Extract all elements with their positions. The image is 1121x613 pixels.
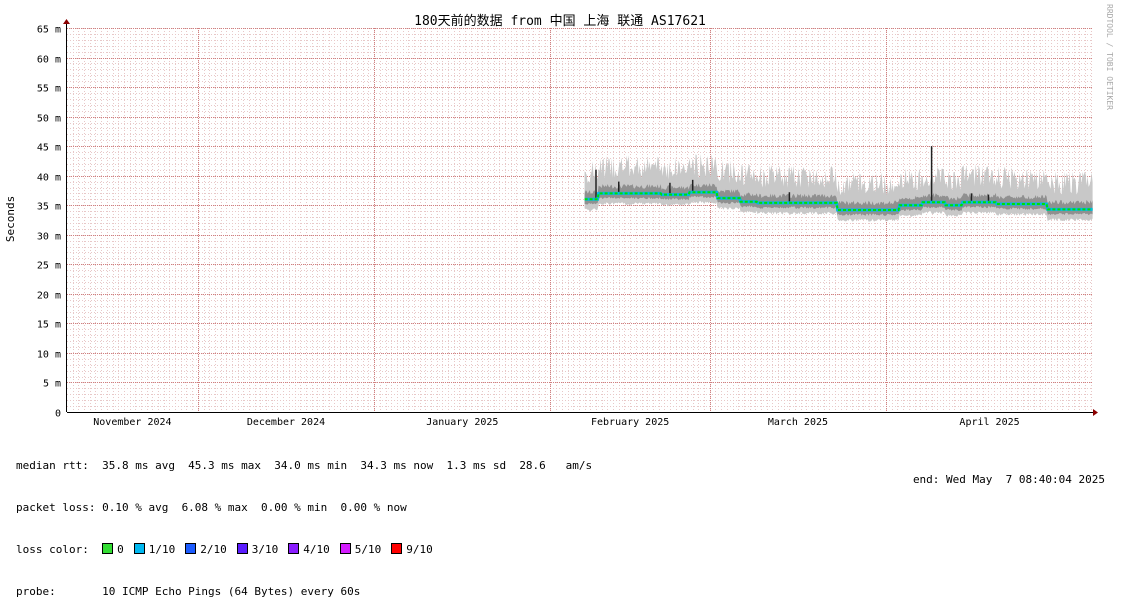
y-tick-label: 20 m — [37, 291, 61, 302]
y-axis-label: Seconds — [4, 196, 17, 242]
loss-color-label: loss color: — [16, 543, 103, 556]
y-tick-label: 0 — [55, 409, 61, 420]
y-tick-label: 45 m — [37, 143, 61, 154]
loss-color-label-text: 2/10 — [200, 543, 227, 556]
median-rtt-row: median rtt: 35.8 ms avg 45.3 ms max 34.0… — [16, 459, 593, 472]
loss-color-item: 3/10 — [236, 543, 279, 556]
grid — [67, 28, 1093, 412]
chart-title: 180天前的数据 from 中国 上海 联通 AS17621 — [414, 13, 706, 29]
loss-color-swatch — [391, 543, 403, 554]
loss-color-label-text: 4/10 — [303, 543, 330, 556]
x-tick-label: November 2024 — [93, 417, 171, 428]
x-tick-label: March 2025 — [768, 417, 828, 428]
y-tick-label: 65 m — [37, 25, 61, 36]
loss-color-label-text: 9/10 — [406, 543, 433, 556]
loss-color-item: 0 — [102, 543, 124, 556]
loss-color-item: 2/10 — [185, 543, 227, 556]
loss-color-items: 0 1/10 2/10 3/10 4/10 5/10 9/10 — [102, 543, 443, 556]
y-tick-label: 25 m — [37, 261, 61, 272]
end-time: end: Wed May 7 08:40:04 2025 — [912, 473, 1105, 486]
loss-color-label-text: 0 — [117, 543, 124, 556]
loss-color-row: loss color: 0 1/10 2/10 3/10 4/10 5/10 9/10 — [16, 543, 592, 557]
loss-color-swatch — [288, 543, 300, 554]
loss-color-item: 4/10 — [288, 543, 330, 556]
y-tick-label: 40 m — [37, 173, 61, 184]
y-tick-label: 35 m — [37, 202, 61, 213]
x-tick-label: February 2025 — [591, 417, 669, 428]
y-tick-label: 10 m — [37, 350, 61, 361]
loss-color-item: 9/10 — [391, 543, 433, 556]
latency-chart: 0 5 m 10 m 15 m 20 m 25 m 30 m 35 m 40 m 45 m 50 m… — [4, 4, 1114, 428]
x-tick-label: December 2024 — [247, 417, 325, 428]
loss-color-swatch — [102, 543, 114, 554]
loss-color-item: 1/10 — [133, 543, 176, 556]
loss-color-label-text: 1/10 — [148, 543, 176, 556]
legend: median rtt: 35.8 ms avg 45.3 ms max 34.0… — [16, 431, 592, 613]
y-tick-label: 55 m — [37, 84, 61, 95]
y-tick-label: 15 m — [37, 320, 61, 331]
y-axis-arrow — [63, 19, 70, 24]
loss-color-label-text: 5/10 — [354, 543, 382, 556]
x-axis-arrow — [1093, 409, 1098, 416]
rrdtool-watermark: RRDTOOL / TOBI OETIKER — [1105, 4, 1114, 110]
loss-color-swatch — [339, 543, 351, 554]
packet-loss-row: packet loss: 0.10 % avg 6.08 % max 0.00 … — [16, 501, 407, 514]
y-tick-label: 5 m — [43, 379, 61, 390]
loss-color-swatch — [133, 543, 145, 554]
loss-color-item: 5/10 — [339, 543, 382, 556]
probe-row: probe: 10 ICMP Echo Pings (64 Bytes) eve… — [16, 585, 361, 598]
x-tick-label: April 2025 — [959, 417, 1019, 428]
data-area — [584, 146, 1093, 222]
y-tick-label: 60 m — [37, 55, 61, 66]
y-tick-label: 30 m — [37, 232, 61, 243]
loss-color-swatch — [185, 543, 197, 554]
loss-color-label-text: 3/10 — [251, 543, 279, 556]
x-tick-label: January 2025 — [426, 417, 498, 428]
y-tick-label: 50 m — [37, 114, 61, 125]
loss-color-swatch — [236, 543, 248, 554]
